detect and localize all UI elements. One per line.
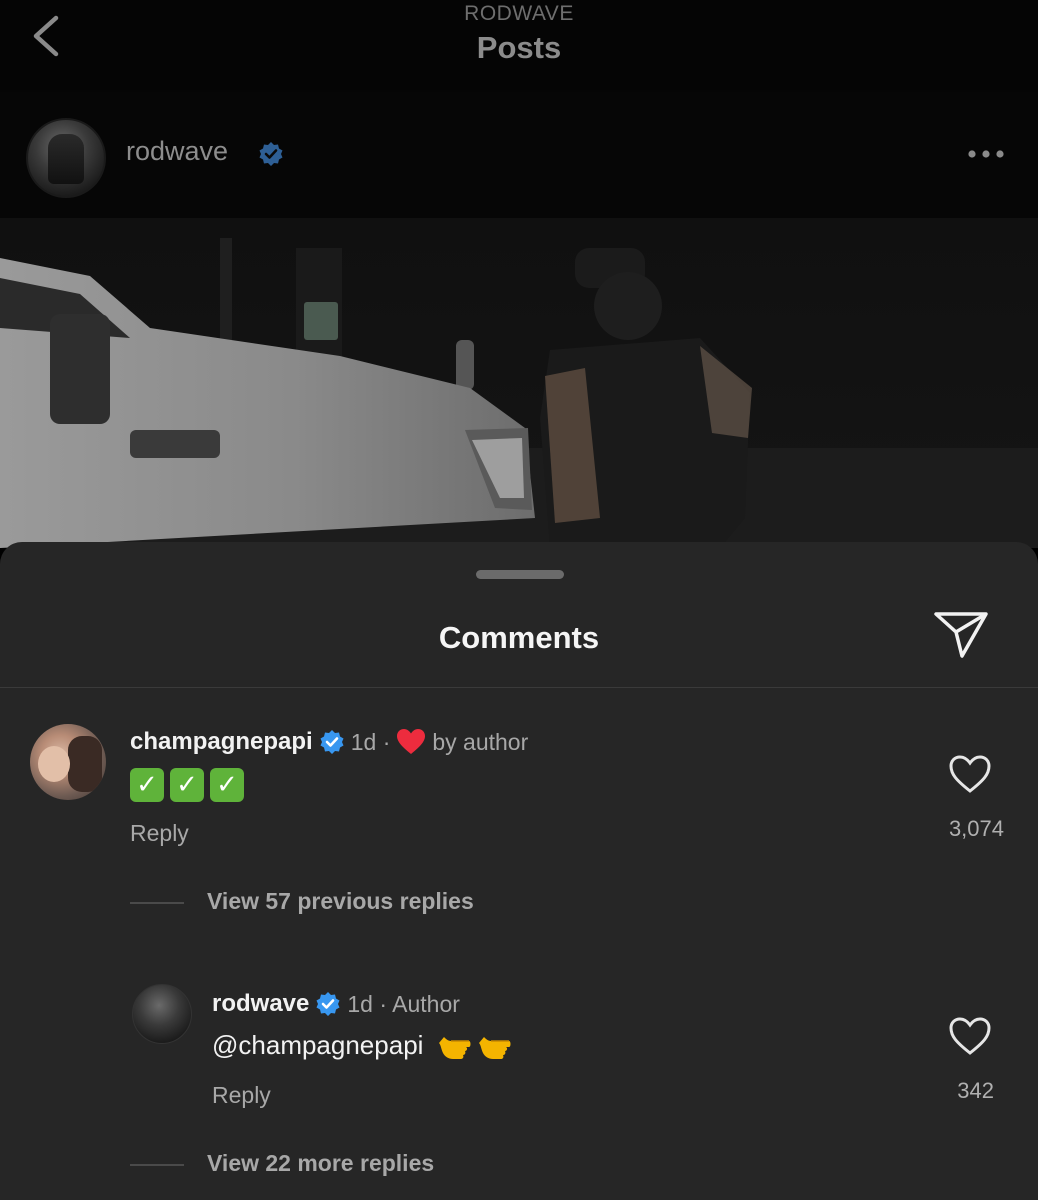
verified-icon (320, 730, 344, 754)
divider (0, 687, 1038, 688)
commenter-username[interactable]: champagnepapi (130, 728, 313, 756)
verified-icon (316, 992, 340, 1016)
top-nav-bar: RODWAVE Posts (0, 0, 1038, 92)
heart-icon[interactable] (948, 754, 992, 794)
comment-text: ✓ ✓ ✓ (130, 768, 250, 802)
reply-header: rodwave 1d · Author (212, 990, 460, 1018)
check-mark-emoji: ✓ (130, 768, 164, 802)
reply-time: 1d · Author (347, 990, 460, 1017)
nav-account-name: RODWAVE (464, 2, 574, 25)
view-replies-button[interactable]: View 57 previous replies (207, 888, 474, 915)
post-author-avatar[interactable] (26, 118, 106, 198)
pointing-hand-emoji-icon (478, 1037, 511, 1060)
comment-time: 1d · (350, 728, 391, 755)
comment-header: champagnepapi 1d · by author (130, 728, 528, 756)
reply-text: @champagnepapi (212, 1030, 511, 1061)
commenter-avatar[interactable] (30, 724, 106, 800)
reply-button[interactable]: Reply (130, 820, 189, 847)
share-icon[interactable] (932, 608, 990, 660)
like-count: 3,074 (948, 816, 1004, 841)
heart-icon[interactable] (948, 1016, 992, 1056)
night-scene-photo (0, 218, 1038, 548)
view-more-replies-button[interactable]: View 22 more replies (207, 1150, 434, 1177)
like-count: 342 (957, 1078, 994, 1103)
check-mark-emoji: ✓ (210, 768, 244, 802)
liked-by-label: by author (432, 728, 529, 755)
verified-icon (259, 142, 283, 166)
post-header: rodwave (0, 92, 1038, 218)
reply-button[interactable]: Reply (212, 1082, 271, 1109)
thread-line (130, 902, 184, 904)
mention-link[interactable]: @champagnepapi (212, 1030, 423, 1060)
sheet-drag-handle[interactable] (476, 570, 564, 579)
reply-username[interactable]: rodwave (212, 990, 309, 1018)
comments-sheet: Comments champagnepapi 1d · by author ✓ ✓… (0, 542, 1038, 1200)
post-author-username[interactable]: rodwave (126, 136, 228, 167)
liked-by-author-heart-icon (397, 729, 426, 754)
thread-line (130, 1164, 184, 1166)
page-title: Posts (476, 30, 562, 65)
post-image[interactable] (0, 218, 1038, 548)
pointing-hand-emoji-icon (438, 1037, 471, 1060)
instagram-post-screen: RODWAVE Posts rodwave Comments champagne… (0, 0, 1038, 1200)
more-options-icon[interactable] (966, 148, 1006, 160)
check-mark-emoji: ✓ (170, 768, 204, 802)
comments-title: Comments (438, 620, 600, 655)
reply-author-avatar[interactable] (132, 984, 192, 1044)
